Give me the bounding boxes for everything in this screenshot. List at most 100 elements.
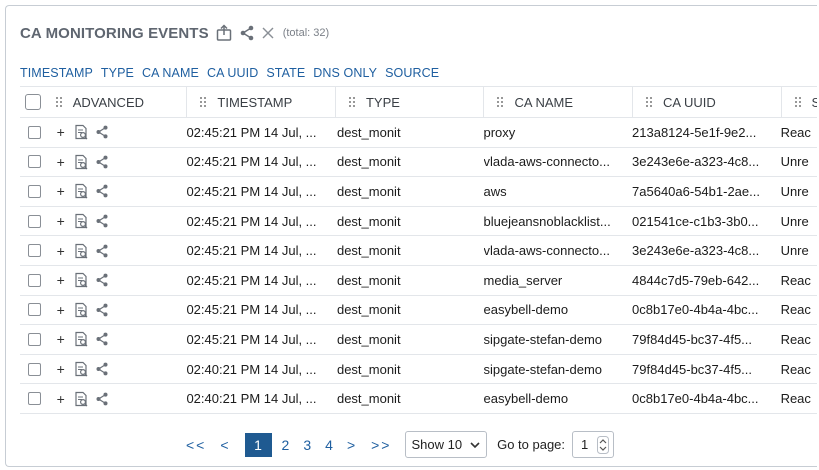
filter-dns-only[interactable]: DNS ONLY [313, 66, 377, 80]
column-header-timestamp[interactable]: TIMESTAMP [186, 86, 335, 118]
share-icon[interactable] [239, 25, 255, 41]
row-checkbox[interactable] [28, 392, 41, 406]
table-row[interactable]: + 02:45:21 PM 14 [20, 266, 817, 296]
table-row[interactable]: + 02:45:21 PM 14 [20, 325, 817, 355]
share-icon[interactable] [95, 332, 109, 346]
expand-row-button[interactable]: + [55, 214, 67, 228]
details-icon[interactable] [73, 272, 89, 288]
page-button-1[interactable]: 1 [244, 432, 272, 457]
cell-ca-uuid: 7a5640a6-54b1-2ae... [632, 183, 760, 199]
row-checkbox[interactable] [28, 184, 41, 198]
details-icon[interactable] [73, 391, 89, 407]
cell-state: Unre [780, 154, 809, 170]
row-checkbox[interactable] [28, 155, 41, 169]
details-icon[interactable] [73, 183, 89, 199]
row-checkbox[interactable] [28, 303, 41, 317]
page-button-2[interactable]: 2 [282, 437, 290, 453]
column-label-advanced: ADVANCED [72, 94, 145, 110]
expand-row-button[interactable]: + [55, 184, 67, 198]
share-icon[interactable] [95, 303, 109, 317]
share-icon[interactable] [95, 392, 109, 406]
details-icon[interactable] [73, 361, 89, 377]
row-checkbox[interactable] [28, 362, 41, 376]
share-icon[interactable] [95, 125, 109, 139]
drag-grip-icon[interactable] [496, 96, 504, 108]
filter-type[interactable]: TYPE [101, 66, 134, 80]
share-icon[interactable] [95, 244, 109, 258]
goto-page-input[interactable]: 1 [572, 431, 615, 458]
expand-row-button[interactable]: + [55, 392, 67, 406]
table-row[interactable]: + 02:40:21 PM 14 [20, 384, 817, 414]
last-page-button[interactable]: >> [371, 437, 391, 453]
expand-row-button[interactable]: + [55, 273, 67, 287]
filter-ca-uuid[interactable]: CA UUID [207, 66, 258, 80]
share-icon[interactable] [95, 273, 109, 287]
row-checkbox[interactable] [28, 273, 41, 287]
filter-timestamp[interactable]: TIMESTAMP [20, 66, 93, 80]
row-checkbox[interactable] [28, 125, 41, 139]
details-icon[interactable] [73, 331, 89, 347]
share-icon[interactable] [95, 214, 109, 228]
row-checkbox[interactable] [28, 214, 41, 228]
table-row[interactable]: + 02:45:21 PM 14 [20, 236, 817, 266]
cell-state: Unre [780, 183, 809, 199]
row-advanced-cell: + [55, 302, 187, 318]
number-spinner-icon[interactable] [597, 435, 610, 454]
row-checkbox[interactable] [28, 332, 41, 346]
column-label-ca-uuid: CA UUID [663, 94, 716, 110]
prev-page-button[interactable]: < [220, 437, 230, 453]
cell-ca-name: vlada-aws-connecto... [483, 154, 610, 170]
details-icon[interactable] [73, 124, 89, 140]
first-page-button[interactable]: << [186, 437, 206, 453]
share-icon[interactable] [95, 184, 109, 198]
page-button-4[interactable]: 4 [325, 437, 333, 453]
drag-grip-icon[interactable] [348, 96, 356, 108]
expand-row-button[interactable]: + [55, 125, 67, 139]
drag-grip-icon[interactable] [55, 96, 63, 108]
details-icon[interactable] [73, 302, 89, 318]
table-row[interactable]: + 02:45:21 PM 14 [20, 207, 817, 237]
select-all-checkbox[interactable] [25, 94, 41, 110]
drag-grip-icon[interactable] [645, 96, 653, 108]
table-row[interactable]: + 02:45:21 PM 14 [20, 118, 817, 148]
column-header-state[interactable]: S [780, 86, 817, 118]
expand-row-button[interactable]: + [55, 244, 67, 258]
expand-row-button[interactable]: + [55, 155, 67, 169]
expand-row-button[interactable]: + [55, 332, 67, 346]
panel-header: CA MONITORING EVENTS (total: 32) [20, 22, 329, 44]
row-checkbox[interactable] [28, 244, 41, 258]
drag-grip-icon[interactable] [794, 96, 802, 108]
filter-state[interactable]: STATE [266, 66, 305, 80]
close-icon[interactable] [261, 26, 275, 40]
filter-ca-name[interactable]: CA NAME [142, 66, 199, 80]
column-header-ca-name[interactable]: CA NAME [483, 86, 632, 118]
details-icon[interactable] [73, 154, 89, 170]
page-button-3[interactable]: 3 [303, 437, 311, 453]
column-header-type[interactable]: TYPE [334, 86, 484, 118]
page-size-select[interactable]: Show 10 [405, 431, 488, 458]
expand-row-button[interactable]: + [55, 303, 67, 317]
cell-ca-name: bluejeansnoblacklist... [483, 213, 611, 229]
table-row[interactable]: + 02:45:21 PM 14 [20, 296, 817, 326]
total-count: (total: 32) [282, 27, 330, 39]
expand-row-button[interactable]: + [55, 362, 67, 376]
cell-ca-name: sipgate-stefan-demo [483, 331, 603, 347]
share-icon[interactable] [95, 362, 109, 376]
export-icon[interactable] [215, 24, 233, 42]
filter-source[interactable]: SOURCE [385, 66, 439, 80]
share-icon[interactable] [95, 155, 109, 169]
details-icon[interactable] [73, 243, 89, 259]
next-page-button[interactable]: > [347, 437, 357, 453]
table-row[interactable]: + 02:45:21 PM 14 [20, 148, 817, 178]
details-icon[interactable] [73, 213, 89, 229]
cell-timestamp: 02:45:21 PM 14 Jul, ... [186, 124, 317, 140]
table-row[interactable]: + 02:40:21 PM 14 [20, 355, 817, 385]
drag-grip-icon[interactable] [199, 96, 207, 108]
column-header-ca-uuid[interactable]: CA UUID [632, 86, 781, 118]
row-advanced-cell: + [55, 243, 187, 259]
row-advanced-cell: + [55, 361, 187, 377]
column-header-advanced[interactable]: ADVANCED [55, 95, 187, 110]
cell-timestamp: 02:45:21 PM 14 Jul, ... [186, 302, 317, 318]
row-advanced-cell: + [55, 331, 187, 347]
table-row[interactable]: + 02:45:21 PM 14 [20, 177, 817, 207]
